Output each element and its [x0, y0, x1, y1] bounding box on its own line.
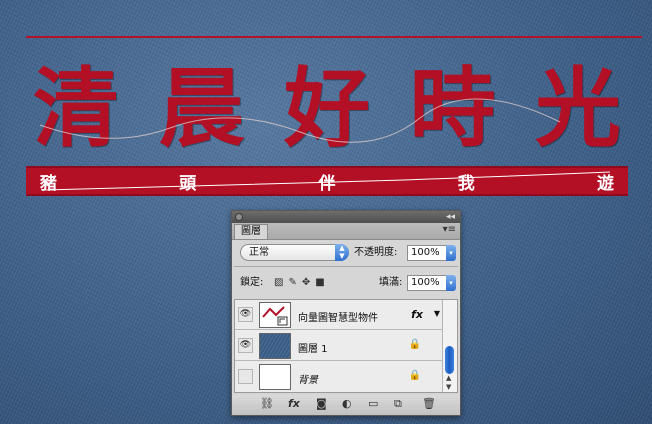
- scroll-down-icon[interactable]: ▼: [446, 383, 451, 391]
- opacity-label: 不透明度:: [354, 247, 398, 258]
- denim-icon: [259, 333, 291, 359]
- panel-titlebar[interactable]: ◂◂: [232, 211, 460, 223]
- layer-name[interactable]: 背景: [298, 371, 318, 386]
- panel-footer: ⛓ fx ◙ ◐ ▭ ⧉ 🗑: [232, 395, 460, 415]
- folder-icon[interactable]: ▭: [368, 397, 378, 410]
- fx-icon[interactable]: fx: [411, 308, 423, 321]
- smart-object-thumb: [259, 302, 291, 328]
- white-icon: [259, 364, 291, 390]
- new-layer-icon[interactable]: ⧉: [394, 397, 402, 411]
- tab-layers[interactable]: 圖層: [234, 224, 268, 239]
- separator: [234, 266, 458, 267]
- lock-brush-icon[interactable]: ✎: [288, 277, 301, 288]
- fill-input[interactable]: 100%: [407, 275, 447, 291]
- link-icon[interactable]: ⛓: [260, 397, 274, 410]
- lock-options: ▨✎✥■: [274, 274, 330, 291]
- lock-label: 鎖定:: [240, 277, 264, 288]
- scroll-thumb[interactable]: [445, 346, 454, 374]
- smart-object-icon: [262, 306, 288, 326]
- adjustment-icon[interactable]: ◐: [342, 397, 352, 410]
- scroll-up-icon[interactable]: ▲: [446, 374, 451, 382]
- eye-off-icon[interactable]: [238, 369, 253, 384]
- layer-row-background[interactable]: 背景 🔒: [235, 362, 443, 392]
- mask-icon[interactable]: ◙: [316, 397, 327, 410]
- layers-list: 👁 向量圖智慧型物件 fx ▼ 👁 圖層 1 🔒 背景 🔒 ▲ ▼: [234, 299, 458, 393]
- fill-label: 填滿:: [379, 277, 403, 288]
- layer-row-layer1[interactable]: 👁 圖層 1 🔒: [235, 331, 443, 361]
- blend-mode-select[interactable]: 正常 ▲ ▼: [240, 244, 349, 261]
- trash-icon[interactable]: 🗑: [422, 397, 436, 410]
- layer-name[interactable]: 向量圖智慧型物件: [298, 309, 378, 324]
- eye-icon[interactable]: 👁: [238, 307, 253, 322]
- lock-all-icon[interactable]: ■: [315, 277, 329, 288]
- fx-icon[interactable]: fx: [288, 397, 300, 410]
- fill-dropdown-icon[interactable]: ▾: [446, 275, 456, 291]
- chevron-updown-icon: ▲ ▼: [335, 244, 349, 261]
- lock-icon: 🔒: [408, 339, 421, 350]
- opacity-input[interactable]: 100%: [407, 245, 447, 261]
- layers-scrollbar[interactable]: ▲ ▼: [442, 300, 457, 392]
- blend-mode-value: 正常: [249, 247, 269, 258]
- collapse-icon[interactable]: ◂◂: [446, 211, 455, 223]
- panel-menu-icon[interactable]: ▾≡: [443, 224, 456, 235]
- expand-arrow-icon[interactable]: ▼: [434, 309, 440, 318]
- layer-name[interactable]: 圖層 1: [298, 340, 328, 355]
- lock-transparent-icon[interactable]: ▨: [274, 277, 288, 288]
- panel-tabrow: 圖層 ▾≡: [232, 223, 460, 240]
- close-icon[interactable]: [235, 213, 243, 221]
- eye-icon[interactable]: 👁: [238, 338, 253, 353]
- blend-row: 正常 ▲ ▼ 不透明度: 100% ▾: [232, 241, 460, 263]
- opacity-dropdown-icon[interactable]: ▾: [446, 245, 456, 261]
- lock-icon: 🔒: [408, 370, 421, 381]
- layers-panel: ◂◂ 圖層 ▾≡ 正常 ▲ ▼ 不透明度: 100% ▾ 鎖定: ▨✎✥■ 填滿:…: [231, 210, 461, 416]
- layer-row-smart-object[interactable]: 👁 向量圖智慧型物件 fx ▼: [235, 300, 443, 330]
- lock-move-icon[interactable]: ✥: [302, 277, 315, 288]
